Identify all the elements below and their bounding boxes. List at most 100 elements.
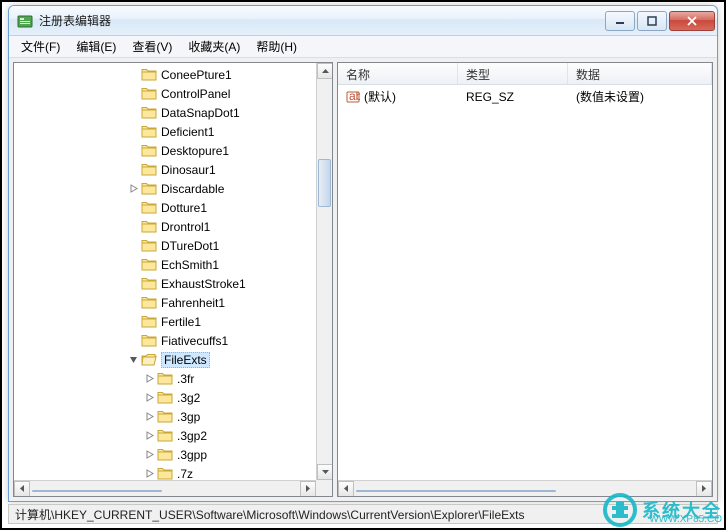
tree-item-label: DataSnapDot1	[161, 106, 240, 120]
tree-item[interactable]: Discardable	[14, 179, 316, 198]
scroll-right-button[interactable]	[300, 481, 316, 497]
menu-view[interactable]: 查看(V)	[124, 36, 180, 57]
tree-item-label: .3g2	[177, 391, 200, 405]
watermark-icon	[602, 492, 638, 528]
watermark: 系统大全 WWW.XP85.CO	[602, 492, 722, 528]
svg-text:ab: ab	[349, 90, 360, 103]
scroll-thumb[interactable]	[32, 490, 162, 492]
tree-item[interactable]: Deficient1	[14, 122, 316, 141]
registry-editor-window: 注册表编辑器 文件(F) 编辑(E) 查看(V) 收藏夹(A) 帮助(H) Co…	[8, 5, 718, 502]
tree-item-label: .7z	[177, 467, 193, 481]
expand-icon[interactable]	[144, 392, 155, 403]
tree-item[interactable]: EchSmith1	[14, 255, 316, 274]
tree-item[interactable]: .3fr	[14, 369, 316, 388]
tree-item-label: Desktopure1	[161, 144, 229, 158]
tree-item[interactable]: .3g2	[14, 388, 316, 407]
scroll-up-button[interactable]	[317, 63, 332, 79]
expand-icon[interactable]	[144, 449, 155, 460]
menubar: 文件(F) 编辑(E) 查看(V) 收藏夹(A) 帮助(H)	[9, 36, 717, 58]
expander-spacer	[128, 297, 139, 308]
expand-icon[interactable]	[128, 183, 139, 194]
scroll-thumb[interactable]	[356, 490, 556, 492]
folder-icon	[141, 106, 157, 120]
tree-item-label: ControlPanel	[161, 87, 230, 101]
folder-icon	[141, 68, 157, 82]
folder-icon	[157, 429, 173, 443]
value-name: (默认)	[364, 88, 396, 105]
tree-vertical-scrollbar[interactable]	[316, 63, 332, 480]
column-data[interactable]: 数据	[568, 63, 712, 84]
folder-icon	[157, 410, 173, 424]
scroll-down-button[interactable]	[317, 464, 332, 480]
expand-icon[interactable]	[144, 468, 155, 479]
folder-icon	[157, 448, 173, 462]
tree-item-label: .3fr	[177, 372, 194, 386]
value-type: REG_SZ	[466, 90, 514, 104]
tree-item-label: FileExts	[161, 352, 210, 368]
folder-icon	[141, 182, 157, 196]
expand-icon[interactable]	[144, 411, 155, 422]
value-row[interactable]: ab(默认)REG_SZ(数值未设置)	[338, 87, 712, 106]
expander-spacer	[128, 278, 139, 289]
tree-item-label: DTureDot1	[161, 239, 219, 253]
tree-pane: ConeePture1 ControlPanel DataSnapDot1 Defic…	[13, 62, 333, 497]
tree-item-label: Drontrol1	[161, 220, 210, 234]
expand-icon[interactable]	[144, 373, 155, 384]
values-pane: 名称 类型 数据 ab(默认)REG_SZ(数值未设置)	[337, 62, 713, 497]
expander-spacer	[128, 259, 139, 270]
column-name[interactable]: 名称	[338, 63, 458, 84]
tree-item-label: EchSmith1	[161, 258, 219, 272]
values-list[interactable]: ab(默认)REG_SZ(数值未设置)	[338, 85, 712, 480]
tree-item[interactable]: Drontrol1	[14, 217, 316, 236]
tree-item-label: ConeePture1	[161, 68, 232, 82]
tree-item-label: ExhaustStroke1	[161, 277, 246, 291]
tree-horizontal-scrollbar[interactable]	[14, 480, 316, 496]
tree-item[interactable]: DataSnapDot1	[14, 103, 316, 122]
expand-icon[interactable]	[144, 430, 155, 441]
tree-item[interactable]: .7z	[14, 464, 316, 480]
tree-item-label: Fiativecuffs1	[161, 334, 228, 348]
tree-item[interactable]: ConeePture1	[14, 65, 316, 84]
tree-item[interactable]: ControlPanel	[14, 84, 316, 103]
tree-item[interactable]: ExhaustStroke1	[14, 274, 316, 293]
collapse-icon[interactable]	[128, 354, 139, 365]
folder-icon	[141, 258, 157, 272]
expander-spacer	[128, 240, 139, 251]
titlebar[interactable]: 注册表编辑器	[9, 6, 717, 36]
values-header[interactable]: 名称 类型 数据	[338, 63, 712, 85]
tree-item[interactable]: Fahrenheit1	[14, 293, 316, 312]
tree-item[interactable]: .3gp2	[14, 426, 316, 445]
expander-spacer	[128, 126, 139, 137]
minimize-button[interactable]	[605, 11, 635, 31]
tree-item[interactable]: .3gpp	[14, 445, 316, 464]
scroll-left-button[interactable]	[14, 481, 30, 497]
tree-item[interactable]: FileExts	[14, 350, 316, 369]
tree-item[interactable]: Dinosaur1	[14, 160, 316, 179]
tree-item[interactable]: Fertile1	[14, 312, 316, 331]
folder-icon	[141, 87, 157, 101]
expander-spacer	[128, 107, 139, 118]
maximize-button[interactable]	[637, 11, 667, 31]
tree-item[interactable]: Desktopure1	[14, 141, 316, 160]
column-type[interactable]: 类型	[458, 63, 568, 84]
tree-item-label: Dotture1	[161, 201, 207, 215]
menu-edit[interactable]: 编辑(E)	[68, 36, 124, 57]
tree-item[interactable]: DTureDot1	[14, 236, 316, 255]
menu-help[interactable]: 帮助(H)	[248, 36, 305, 57]
tree-item[interactable]: .3gp	[14, 407, 316, 426]
scroll-thumb[interactable]	[318, 159, 331, 207]
folder-icon	[141, 201, 157, 215]
close-button[interactable]	[669, 11, 715, 31]
tree-item-label: .3gpp	[177, 448, 207, 462]
tree-item-label: Dinosaur1	[161, 163, 216, 177]
tree-item[interactable]: Dotture1	[14, 198, 316, 217]
folder-icon	[141, 277, 157, 291]
menu-file[interactable]: 文件(F)	[13, 36, 68, 57]
tree-item[interactable]: Fiativecuffs1	[14, 331, 316, 350]
scroll-left-button[interactable]	[338, 481, 354, 497]
folder-icon	[157, 391, 173, 405]
menu-favorites[interactable]: 收藏夹(A)	[180, 36, 248, 57]
registry-tree[interactable]: ConeePture1 ControlPanel DataSnapDot1 Defic…	[14, 63, 316, 480]
folder-icon	[141, 125, 157, 139]
folder-icon	[141, 334, 157, 348]
